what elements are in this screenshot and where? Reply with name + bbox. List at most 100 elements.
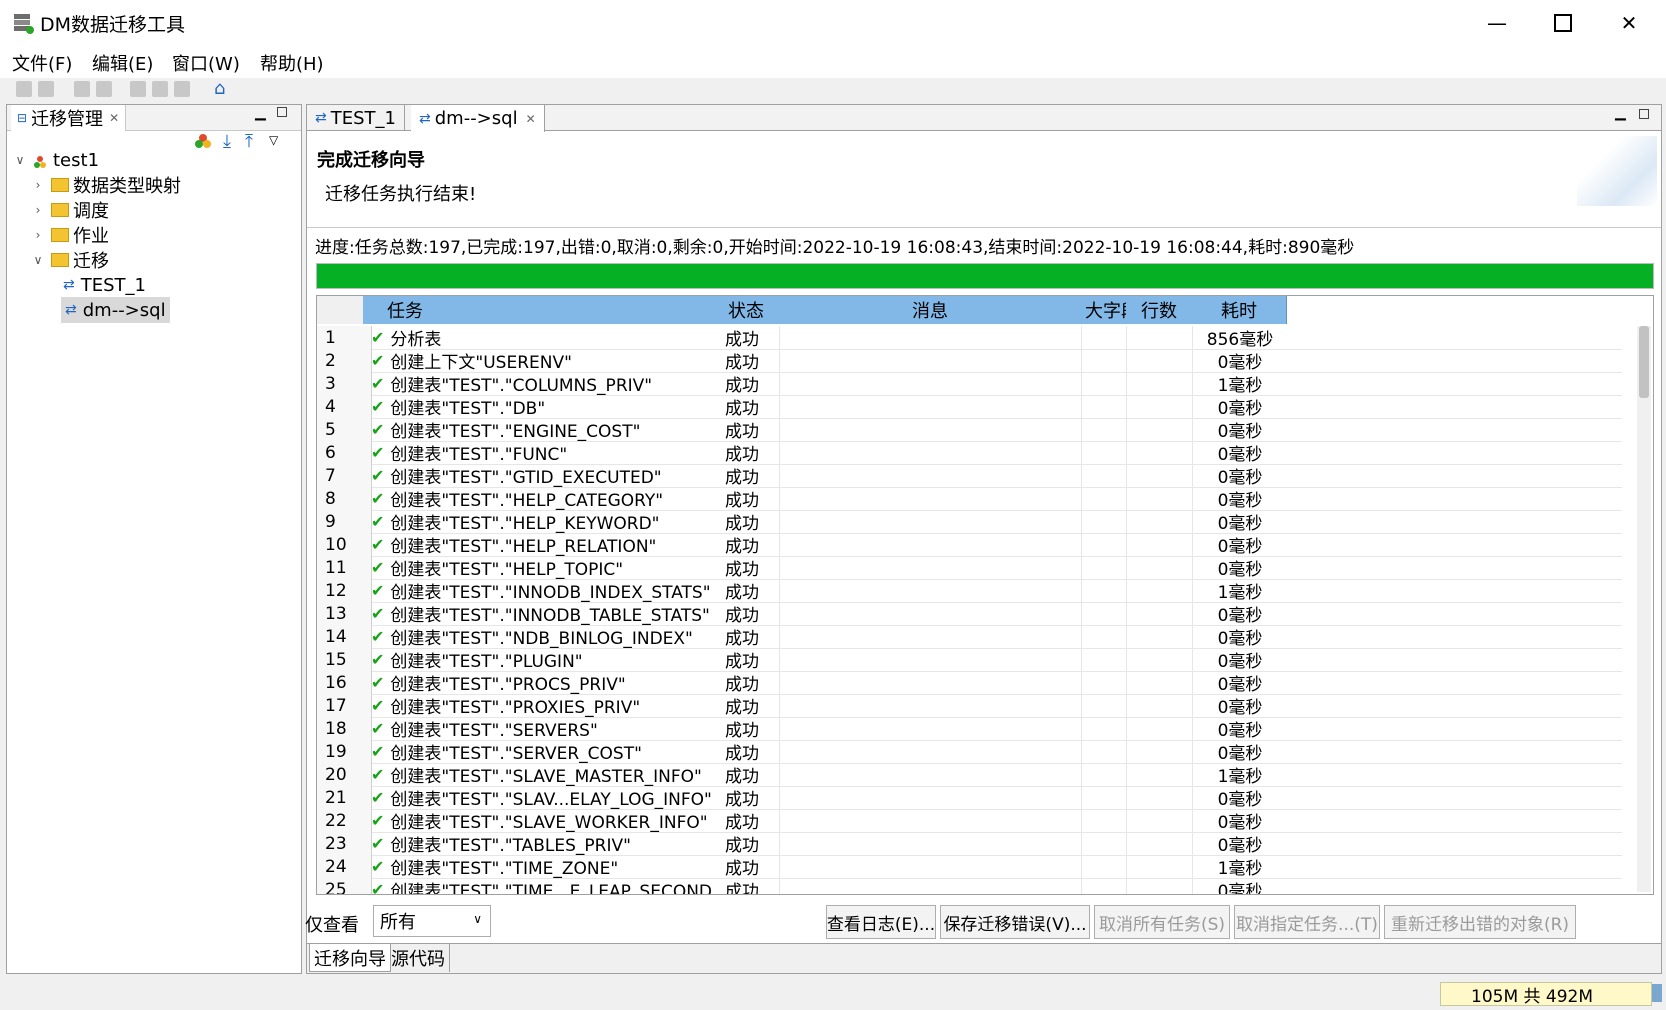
- retry-failed-button[interactable]: 重新迁移出错的对象(R): [1384, 905, 1576, 939]
- chevron-right-icon[interactable]: ›: [31, 178, 45, 192]
- chevron-down-icon[interactable]: ∨: [13, 153, 27, 167]
- tab-migration-wizard[interactable]: 迁移向导: [309, 944, 391, 972]
- tree-item-job[interactable]: › 作业: [31, 222, 109, 248]
- undo-icon[interactable]: [74, 81, 90, 97]
- table-row[interactable]: 13 ✔ 创建表"TEST"."INNODB_TABLE_STATS" 成功 0毫秒: [317, 602, 1622, 626]
- table-row[interactable]: 8 ✔ 创建表"TEST"."HELP_CATEGORY" 成功 0毫秒: [317, 487, 1622, 511]
- table-row[interactable]: 16 ✔ 创建表"TEST"."PROCS_PRIV" 成功 0毫秒: [317, 671, 1622, 695]
- chevron-down-icon[interactable]: ∨: [31, 253, 45, 267]
- column-header-message[interactable]: 消息: [779, 296, 1082, 324]
- tree-item-dm-sql[interactable]: ⇄ dm-->sql: [61, 297, 170, 323]
- scrollbar-thumb[interactable]: [1639, 326, 1649, 398]
- table-row[interactable]: 14 ✔ 创建表"TEST"."NDB_BINLOG_INDEX" 成功 0毫秒: [317, 625, 1622, 649]
- home-icon[interactable]: ⌂: [214, 78, 225, 99]
- save-icon[interactable]: [16, 81, 32, 97]
- table-row[interactable]: 5 ✔ 创建表"TEST"."ENGINE_COST" 成功 0毫秒: [317, 418, 1622, 442]
- filter-select[interactable]: 所有 ∨: [373, 905, 491, 937]
- table-row[interactable]: 7 ✔ 创建表"TEST"."GTID_EXECUTED" 成功 0毫秒: [317, 464, 1622, 488]
- import-icon[interactable]: ⤓: [223, 131, 231, 152]
- table-row[interactable]: 11 ✔ 创建表"TEST"."HELP_TOPIC" 成功 0毫秒: [317, 556, 1622, 580]
- paste-icon[interactable]: [174, 81, 190, 97]
- chevron-right-icon[interactable]: ›: [31, 228, 45, 242]
- cut-icon[interactable]: [130, 81, 146, 97]
- table-row[interactable]: 10 ✔ 创建表"TEST"."HELP_RELATION" 成功 0毫秒: [317, 533, 1622, 557]
- row-number: 8: [317, 487, 372, 510]
- tree-item-schedule[interactable]: › 调度: [31, 197, 109, 223]
- view-menu-icon[interactable]: ▽: [269, 133, 278, 147]
- tree-item-test1[interactable]: ⇄ TEST_1: [63, 272, 146, 298]
- rows-cell: [1126, 625, 1193, 648]
- large-field-cell: [1081, 671, 1127, 694]
- table-row[interactable]: 21 ✔ 创建表"TEST"."SLAV...ELAY_LOG_INFO" 成功 0毫秒: [317, 786, 1622, 810]
- save-all-icon[interactable]: [38, 81, 54, 97]
- table-row[interactable]: 18 ✔ 创建表"TEST"."SERVERS" 成功 0毫秒: [317, 717, 1622, 741]
- progress-fill: [317, 264, 1653, 288]
- menu-help[interactable]: 帮助(H): [260, 50, 324, 76]
- column-header-status[interactable]: 状态: [713, 296, 780, 324]
- table-row[interactable]: 15 ✔ 创建表"TEST"."PLUGIN" 成功 0毫秒: [317, 648, 1622, 672]
- tab-migration-manager[interactable]: ⊟ 迁移管理 ✕: [11, 105, 127, 131]
- table-row[interactable]: 23 ✔ 创建表"TEST"."TABLES_PRIV" 成功 0毫秒: [317, 832, 1622, 856]
- save-errors-button[interactable]: 保存迁移错误(V)...: [940, 905, 1090, 939]
- task-name: 创建表"TEST"."INNODB_TABLE_STATS": [390, 606, 710, 625]
- tab-dm-sql[interactable]: ⇄ dm-->sql ✕: [411, 105, 545, 132]
- maximize-editor-icon[interactable]: [1639, 109, 1649, 119]
- task-cell: ✔ 创建表"TEST"."HELP_RELATION": [371, 533, 711, 556]
- large-field-cell: [1081, 533, 1127, 556]
- view-log-button[interactable]: 查看日志(E)...: [826, 905, 936, 939]
- message-cell: [779, 740, 1082, 763]
- cancel-all-tasks-button[interactable]: 取消所有任务(S): [1094, 905, 1230, 939]
- close-tab-icon[interactable]: ✕: [526, 112, 536, 126]
- tab-test1[interactable]: ⇄ TEST_1: [307, 105, 405, 131]
- table-row[interactable]: 6 ✔ 创建表"TEST"."FUNC" 成功 0毫秒: [317, 441, 1622, 465]
- maximize-button[interactable]: [1530, 0, 1596, 46]
- menu-edit[interactable]: 编辑(E): [92, 50, 153, 76]
- table-row[interactable]: 9 ✔ 创建表"TEST"."HELP_KEYWORD" 成功 0毫秒: [317, 510, 1622, 534]
- column-header-task[interactable]: 任务: [363, 296, 738, 324]
- tree-item-type-mapping[interactable]: › 数据类型映射: [31, 172, 181, 198]
- tree-item-migration[interactable]: ∨ 迁移: [31, 247, 109, 273]
- redo-icon[interactable]: [96, 81, 112, 97]
- table-row[interactable]: 24 ✔ 创建表"TEST"."TIME_ZONE" 成功 1毫秒: [317, 855, 1622, 879]
- cancel-selected-task-button[interactable]: 取消指定任务...(T): [1234, 905, 1380, 939]
- maximize-view-icon[interactable]: [277, 107, 287, 117]
- table-scrollbar[interactable]: [1637, 326, 1651, 892]
- task-cell: ✔ 创建表"TEST"."COLUMNS_PRIV": [371, 372, 711, 395]
- gc-icon[interactable]: [1652, 984, 1662, 1002]
- table-row[interactable]: 22 ✔ 创建表"TEST"."SLAVE_WORKER_INFO" 成功 0毫秒: [317, 809, 1622, 833]
- table-row[interactable]: 3 ✔ 创建表"TEST"."COLUMNS_PRIV" 成功 1毫秒: [317, 372, 1622, 396]
- column-header-rows[interactable]: 行数: [1126, 296, 1193, 324]
- table-row[interactable]: 1 ✔ 分析表 成功 856毫秒: [317, 326, 1622, 350]
- table-row[interactable]: 25 ✔ 创建表"TEST"."TIME...E_LEAP_SECOND" 成功 0毫秒: [317, 878, 1622, 895]
- table-row[interactable]: 12 ✔ 创建表"TEST"."INNODB_INDEX_STATS" 成功 1毫秒: [317, 579, 1622, 603]
- close-tab-icon[interactable]: ✕: [109, 111, 119, 125]
- menu-file[interactable]: 文件(F): [12, 50, 72, 76]
- table-row[interactable]: 19 ✔ 创建表"TEST"."SERVER_COST" 成功 0毫秒: [317, 740, 1622, 764]
- copy-icon[interactable]: [152, 81, 168, 97]
- connect-icon[interactable]: [195, 133, 211, 149]
- table-row[interactable]: 4 ✔ 创建表"TEST"."DB" 成功 0毫秒: [317, 395, 1622, 419]
- row-number: 19: [317, 740, 372, 763]
- export-icon[interactable]: ⤒: [245, 131, 253, 152]
- minimize-editor-icon[interactable]: ▁: [1615, 105, 1626, 121]
- minimize-button[interactable]: —: [1464, 0, 1530, 46]
- column-header-large-field[interactable]: 大字段: [1081, 296, 1131, 324]
- wizard-message: 迁移任务执行结束!: [325, 184, 477, 205]
- menu-window[interactable]: 窗口(W): [172, 50, 240, 76]
- message-cell: [779, 418, 1082, 441]
- tab-source-code[interactable]: 源代码: [387, 944, 450, 972]
- filter-select-value: 所有: [380, 912, 416, 933]
- table-row[interactable]: 20 ✔ 创建表"TEST"."SLAVE_MASTER_INFO" 成功 1毫秒: [317, 763, 1622, 787]
- status-cell: 成功: [725, 767, 759, 786]
- status-cell: 成功: [725, 882, 759, 895]
- table-row[interactable]: 2 ✔ 创建上下文"USERENV" 成功 0毫秒: [317, 349, 1622, 373]
- migration-icon: ⇄: [63, 277, 75, 293]
- rows-cell: [1126, 809, 1193, 832]
- column-header-time[interactable]: 耗时: [1192, 296, 1287, 324]
- close-button[interactable]: ✕: [1596, 0, 1662, 46]
- time-cell: 0毫秒: [1192, 533, 1287, 556]
- chevron-right-icon[interactable]: ›: [31, 203, 45, 217]
- table-row[interactable]: 17 ✔ 创建表"TEST"."PROXIES_PRIV" 成功 0毫秒: [317, 694, 1622, 718]
- tree-root[interactable]: ∨ test1: [13, 147, 99, 173]
- minimize-view-icon[interactable]: ▁: [255, 105, 266, 121]
